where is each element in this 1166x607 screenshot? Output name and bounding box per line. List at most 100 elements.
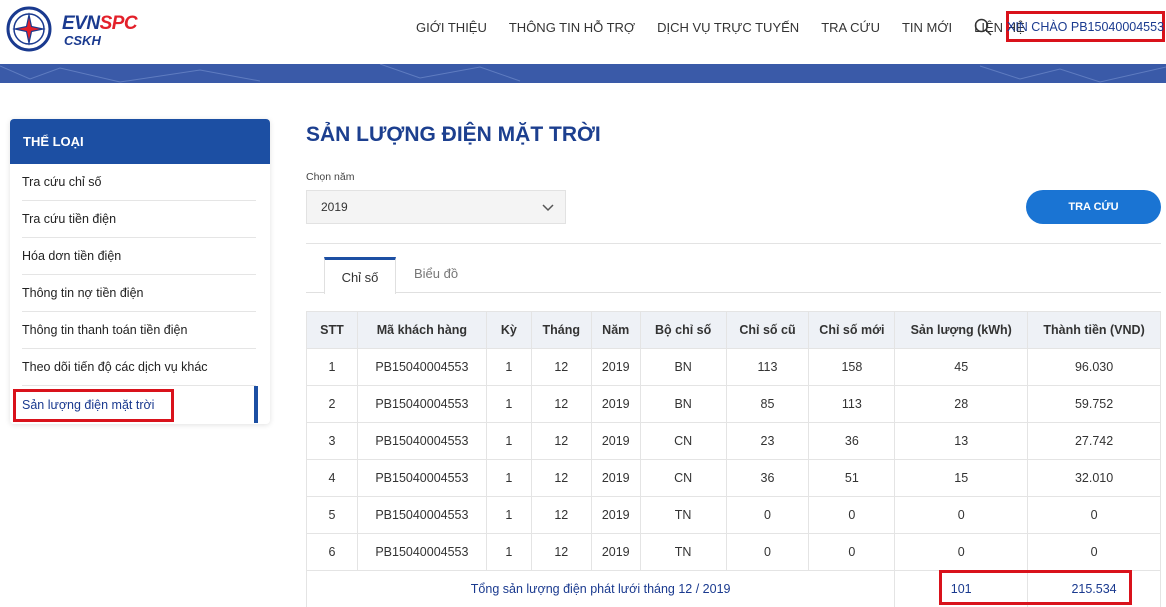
table-cell: PB15040004553 — [356, 422, 487, 460]
table-cell: 5 — [306, 496, 358, 534]
table-cell: 113 — [725, 348, 810, 386]
table-cell: 23 — [725, 422, 810, 460]
table-cell: 0 — [1027, 533, 1161, 571]
table-cell: PB15040004553 — [356, 348, 487, 386]
table-cell: 0 — [808, 533, 896, 571]
table-cell: 32.010 — [1027, 459, 1161, 497]
table-cell: 0 — [894, 533, 1029, 571]
year-select[interactable]: 2019 — [306, 190, 566, 224]
page-title: SẢN LƯỢNG ĐIỆN MẶT TRỜI — [306, 123, 601, 146]
tabs-baseline — [306, 292, 1161, 293]
table-row: 4 PB15040004553 1 12 2019 CN 36 51 15 32… — [306, 459, 1161, 497]
main-nav: GIỚI THIỆU THÔNG TIN HỖ TRỢ DỊCH VỤ TRỰC… — [416, 0, 1047, 54]
table-cell: 0 — [808, 496, 896, 534]
nav-thong-tin-ho-tro[interactable]: THÔNG TIN HỖ TRỢ — [509, 20, 635, 35]
table-cell: 12 — [530, 533, 592, 571]
logo-subtitle: CSKH — [64, 33, 101, 48]
table-cell: 1 — [485, 385, 532, 423]
col-header: Tháng — [530, 311, 592, 349]
year-select-value: 2019 — [321, 200, 348, 214]
table-cell: 2019 — [590, 348, 641, 386]
col-header: Thành tiền (VND) — [1027, 311, 1161, 349]
section-divider — [306, 243, 1161, 244]
table-cell: 12 — [530, 459, 592, 497]
col-header: Chỉ số cũ — [725, 311, 810, 349]
solar-output-table: STT Mã khách hàng Kỳ Tháng Năm Bộ chỉ số… — [305, 311, 1161, 607]
table-cell: PB15040004553 — [356, 533, 487, 571]
sidebar-list: Tra cứu chỉ số Tra cứu tiền điện Hóa dơn… — [10, 164, 270, 423]
tab-chi-so[interactable]: Chỉ số — [324, 257, 396, 294]
user-greeting-link[interactable]: XIN CHÀO PB15040004553 — [1006, 11, 1165, 42]
sidebar-item-tra-cuu-tien-dien[interactable]: Tra cứu tiền điện — [22, 201, 256, 238]
table-cell: 113 — [808, 385, 896, 423]
table-cell: 2019 — [590, 496, 641, 534]
evn-logo-icon — [6, 6, 52, 52]
col-header: Sản lượng (kWh) — [894, 311, 1029, 349]
table-cell: 51 — [808, 459, 896, 497]
table-cell: 96.030 — [1027, 348, 1161, 386]
table-row: 5 PB15040004553 1 12 2019 TN 0 0 0 0 — [306, 496, 1161, 534]
col-header: Năm — [590, 311, 641, 349]
nav-gioi-thieu[interactable]: GIỚI THIỆU — [416, 20, 487, 35]
year-label: Chọn năm — [306, 171, 355, 183]
table-cell: 0 — [725, 533, 810, 571]
table-cell: 2019 — [590, 385, 641, 423]
table-cell: 1 — [485, 422, 532, 460]
site-header: EVNSPC CSKH GIỚI THIỆU THÔNG TIN HỖ TRỢ … — [0, 0, 1166, 64]
sidebar-item-tra-cuu-chi-so[interactable]: Tra cứu chỉ số — [22, 164, 256, 201]
total-label: Tổng sản lượng điện phát lưới tháng 12 /… — [305, 570, 896, 607]
table-cell: 2 — [306, 385, 358, 423]
table-cell: PB15040004553 — [356, 496, 487, 534]
table-cell: 1 — [485, 496, 532, 534]
sidebar-item-theo-doi-tien-do[interactable]: Theo dõi tiến độ các dịch vụ khác — [22, 349, 256, 386]
table-cell: 158 — [808, 348, 896, 386]
table-cell: 15 — [894, 459, 1029, 497]
table-cell: 6 — [306, 533, 358, 571]
nav-tra-cuu[interactable]: TRA CỨU — [821, 20, 880, 35]
table-cell: PB15040004553 — [356, 385, 487, 423]
table-row: 3 PB15040004553 1 12 2019 CN 23 36 13 27… — [306, 422, 1161, 460]
sidebar-item-thong-tin-thanh-toan[interactable]: Thông tin thanh toán tiền điện — [22, 312, 256, 349]
table-cell: 2019 — [590, 533, 641, 571]
table-cell: 12 — [530, 422, 592, 460]
sidebar-item-san-luong-dien-mat-troi[interactable]: Sản lượng điện mặt trời — [22, 386, 258, 423]
banner-pattern — [0, 64, 1166, 83]
table-cell: CN — [639, 422, 727, 460]
table-row: 2 PB15040004553 1 12 2019 BN 85 113 28 5… — [306, 385, 1161, 423]
logo-wordmark: EVNSPC — [62, 13, 138, 34]
table-cell: 12 — [530, 496, 592, 534]
table-cell: 45 — [894, 348, 1029, 386]
table-cell: 3 — [306, 422, 358, 460]
table-cell: 4 — [306, 459, 358, 497]
evn-spc-logo[interactable]: EVNSPC CSKH — [6, 4, 146, 52]
table-cell: 12 — [530, 385, 592, 423]
table-cell: 36 — [725, 459, 810, 497]
col-header: Chỉ số mới — [808, 311, 896, 349]
table-row: 6 PB15040004553 1 12 2019 TN 0 0 0 0 — [306, 533, 1161, 571]
search-icon[interactable] — [974, 18, 992, 36]
col-header: Bộ chỉ số — [639, 311, 727, 349]
table-cell: 2019 — [590, 422, 641, 460]
table-cell: 59.752 — [1027, 385, 1161, 423]
sidebar-item-thong-tin-no[interactable]: Thông tin nợ tiền điện — [22, 275, 256, 312]
table-cell: TN — [639, 496, 727, 534]
sidebar-title: THỂ LOẠI — [10, 119, 270, 164]
table-cell: PB15040004553 — [356, 459, 487, 497]
table-cell: 0 — [725, 496, 810, 534]
nav-tin-moi[interactable]: TIN MỚI — [902, 20, 952, 35]
nav-dich-vu-truc-tuyen[interactable]: DỊCH VỤ TRỰC TUYẾN — [657, 20, 799, 35]
table-total-row: Tổng sản lượng điện phát lưới tháng 12 /… — [305, 570, 1161, 607]
sidebar-item-hoa-don-tien-dien[interactable]: Hóa dơn tiền điện — [22, 238, 256, 275]
search-button[interactable]: TRA CỨU — [1026, 190, 1161, 224]
table-cell: 28 — [894, 385, 1029, 423]
table-cell: 1 — [485, 459, 532, 497]
table-cell: 12 — [530, 348, 592, 386]
table-header-row: STT Mã khách hàng Kỳ Tháng Năm Bộ chỉ số… — [306, 311, 1161, 349]
table-cell: BN — [639, 385, 727, 423]
total-kwh: 101 — [894, 570, 1029, 607]
hero-banner — [0, 64, 1166, 83]
tab-bieu-do[interactable]: Biểu đồ — [414, 266, 458, 281]
col-header: Kỳ — [485, 311, 532, 349]
table-cell: 2019 — [590, 459, 641, 497]
total-vnd: 215.534 — [1027, 570, 1161, 607]
